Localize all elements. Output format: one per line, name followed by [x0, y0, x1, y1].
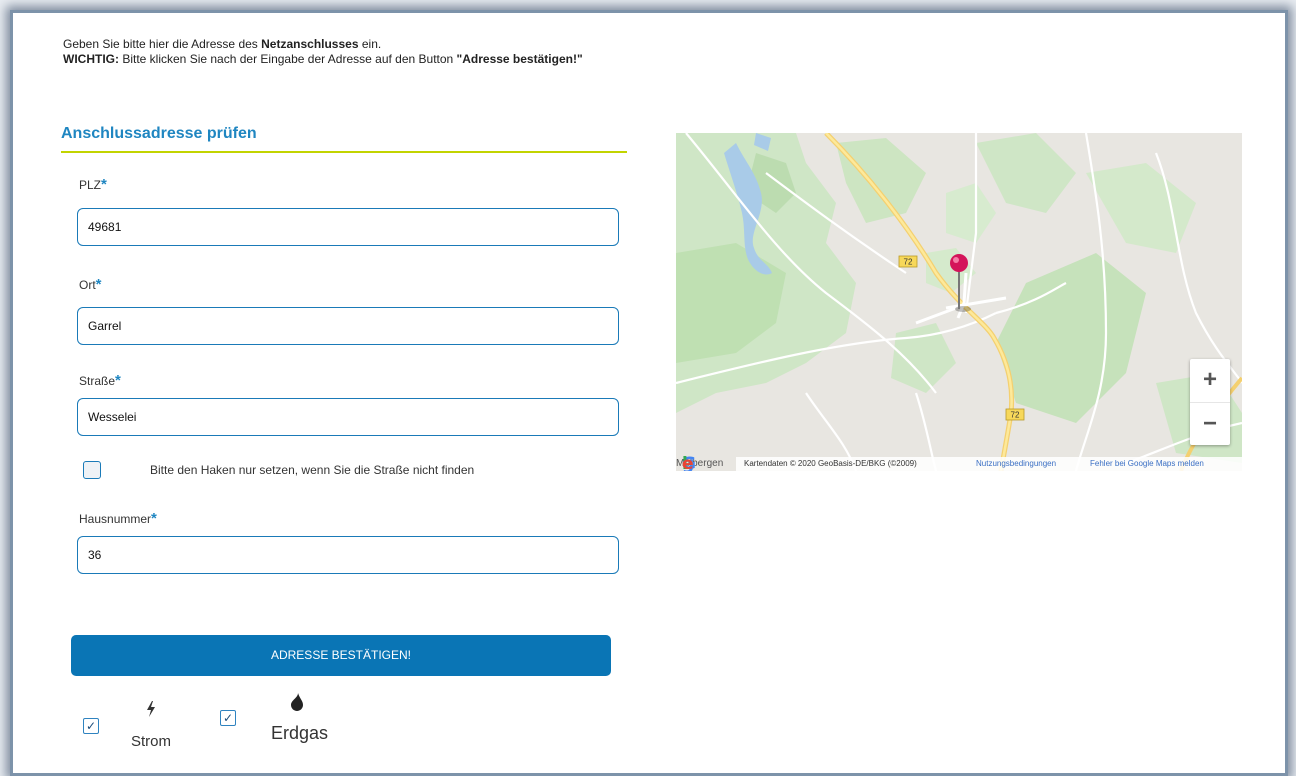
button-reference: "Adresse bestätigen!" — [456, 52, 583, 66]
hausnummer-label: Hausnummer* — [79, 510, 157, 527]
strasse-input[interactable] — [77, 398, 619, 436]
map-attribution: Molbergen Google Kartendaten © 2020 GeoB… — [676, 456, 1242, 471]
flame-drop-icon — [290, 693, 304, 715]
zoom-in-button[interactable]: + — [1190, 359, 1230, 403]
intro-line-2: WICHTIG: Bitte klicken Sie nach der Eing… — [63, 52, 583, 66]
confirm-address-button[interactable]: ADRESSE BESTÄTIGEN! — [71, 635, 611, 676]
road-shield-label: 72 — [1011, 411, 1020, 420]
required-marker: * — [151, 510, 157, 527]
required-marker: * — [101, 176, 107, 193]
required-marker: * — [115, 372, 121, 389]
report-map-error-link[interactable]: Fehler bei Google Maps melden — [1090, 457, 1204, 471]
required-marker: * — [95, 276, 102, 293]
map-data-credit: Kartendaten © 2020 GeoBasis-DE/BKG (©200… — [744, 459, 917, 468]
strom-checkbox[interactable]: ✓ — [83, 718, 99, 734]
section-title: Anschlussadresse prüfen — [61, 125, 627, 153]
erdgas-checkbox[interactable]: ✓ — [220, 710, 236, 726]
plz-label: PLZ* — [79, 176, 107, 193]
intro-line-1: Geben Sie bitte hier die Adresse des Net… — [63, 37, 382, 51]
zoom-out-button[interactable]: − — [1190, 403, 1230, 446]
street-not-found-label: Bitte den Haken nur setzen, wenn Sie die… — [150, 463, 475, 477]
map-view[interactable]: 72 72 + − Molbergen Google Kartendaten ©… — [676, 133, 1242, 471]
street-not-found-checkbox[interactable] — [83, 461, 101, 479]
strom-label: Strom — [131, 733, 172, 750]
strasse-label: Straße* — [79, 372, 121, 389]
ort-input[interactable] — [77, 307, 619, 345]
page-frame: Geben Sie bitte hier die Adresse des Net… — [10, 10, 1288, 776]
erdgas-label: Erdgas — [271, 723, 329, 743]
plz-input[interactable] — [77, 208, 619, 246]
lightning-icon — [146, 701, 156, 721]
terms-link[interactable]: Nutzungsbedingungen — [976, 457, 1056, 471]
map-tiles: 72 72 — [676, 133, 1242, 471]
important-label: WICHTIG: — [63, 52, 119, 66]
intro-text: Geben Sie bitte hier die Adresse des Net… — [63, 37, 583, 67]
hausnummer-input[interactable] — [77, 536, 619, 574]
intro-bold-term: Netzanschlusses — [261, 37, 359, 51]
ort-label: Ort* — [79, 276, 102, 293]
road-shield-label: 72 — [904, 258, 913, 267]
map-zoom-controls: + − — [1190, 359, 1230, 445]
